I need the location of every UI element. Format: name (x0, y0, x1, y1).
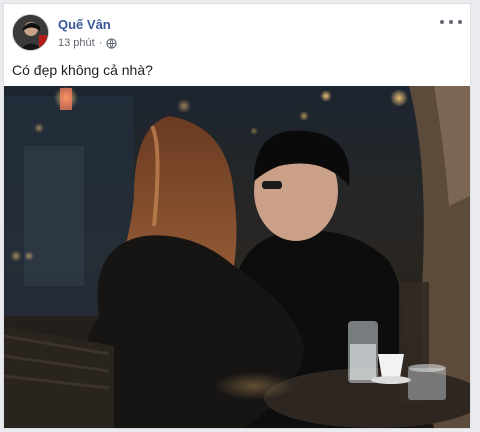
post-timestamp[interactable]: 13 phút (58, 37, 95, 49)
post-text: Có đẹp không cả nhà? (12, 62, 153, 78)
more-dot (458, 20, 462, 24)
post-photo[interactable] (4, 86, 470, 428)
avatar[interactable] (12, 14, 49, 51)
meta-separator: · (98, 37, 103, 49)
more-options-icon[interactable] (440, 14, 462, 30)
more-dot (440, 20, 444, 24)
post-card: Quế Vân 13 phút · Có đẹp không cả nhà? (3, 3, 471, 429)
post-meta: 13 phút · (58, 37, 118, 49)
author-name[interactable]: Quế Vân (58, 17, 111, 32)
more-dot (449, 20, 453, 24)
post-header: Quế Vân 13 phút · (4, 4, 470, 60)
globe-icon[interactable] (106, 37, 118, 49)
